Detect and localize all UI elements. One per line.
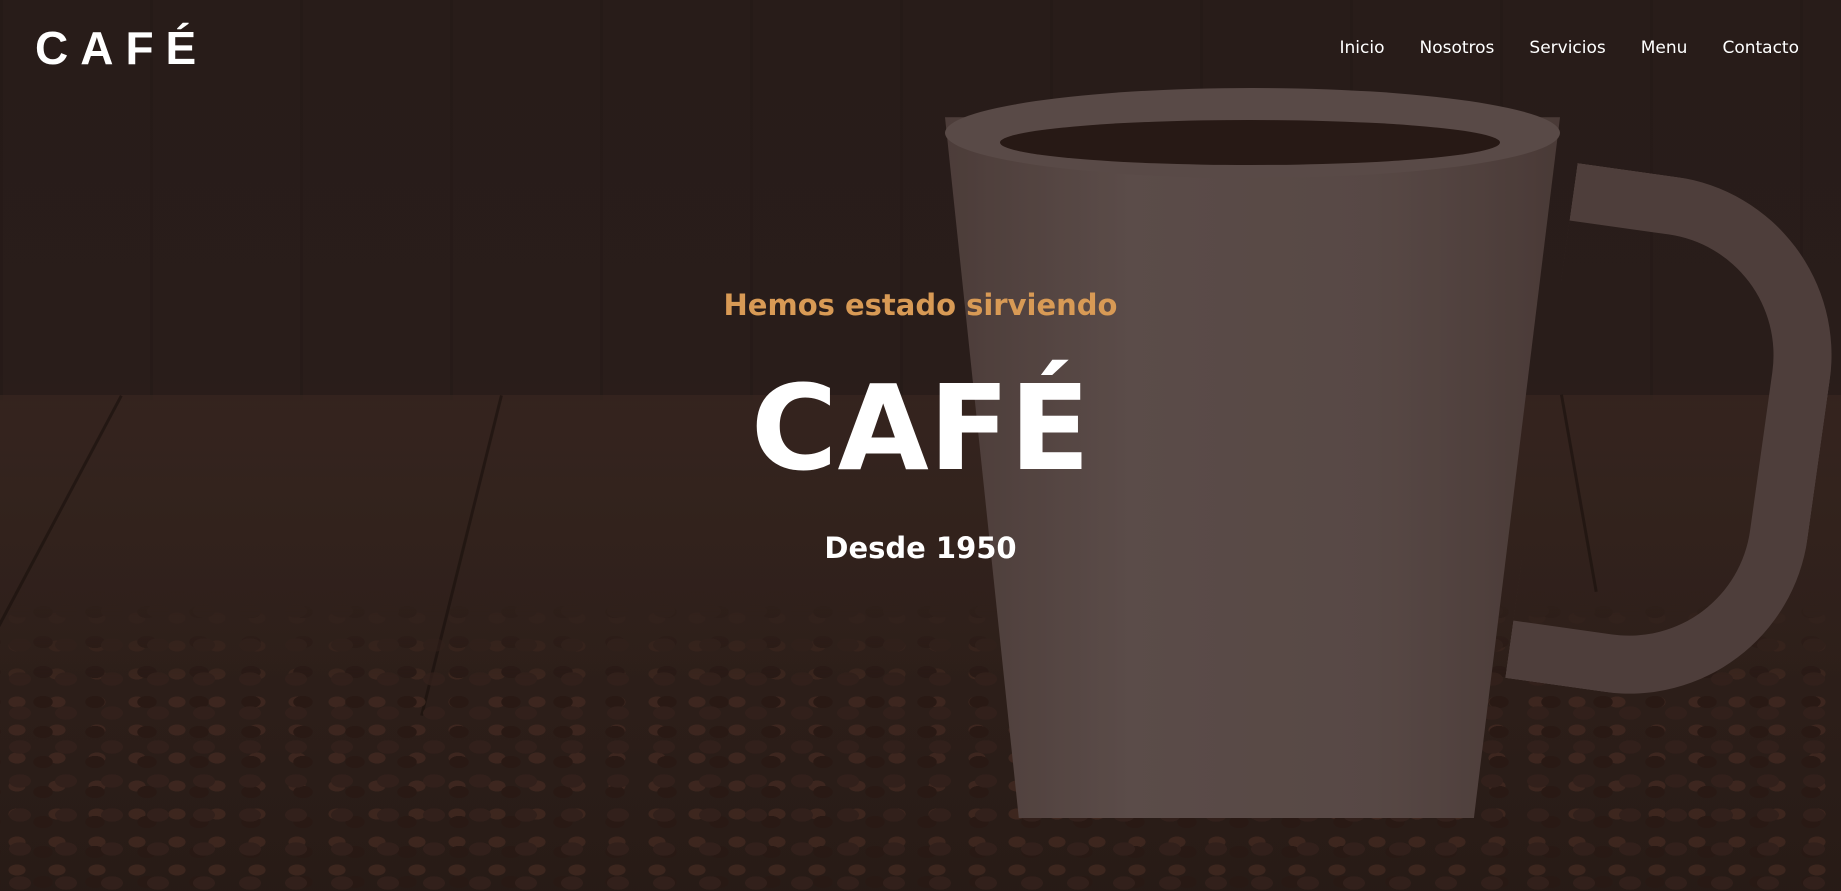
hero-since: Desde 1950 (824, 531, 1017, 565)
main-nav: Inicio Nosotros Servicios Menu Contacto (1340, 36, 1800, 60)
hero-tagline: Hemos estado sirviendo (723, 288, 1118, 322)
nav-link-inicio[interactable]: Inicio (1340, 36, 1385, 60)
hero-section: CAFÉ Inicio Nosotros Servicios Menu Cont… (0, 0, 1841, 891)
nav-link-nosotros[interactable]: Nosotros (1419, 36, 1494, 60)
nav-link-contacto[interactable]: Contacto (1722, 36, 1799, 60)
hero-title: CAFÉ (750, 359, 1091, 497)
nav-link-menu[interactable]: Menu (1641, 36, 1688, 60)
site-logo[interactable]: CAFÉ (35, 20, 208, 76)
nav-link-servicios[interactable]: Servicios (1529, 36, 1605, 60)
